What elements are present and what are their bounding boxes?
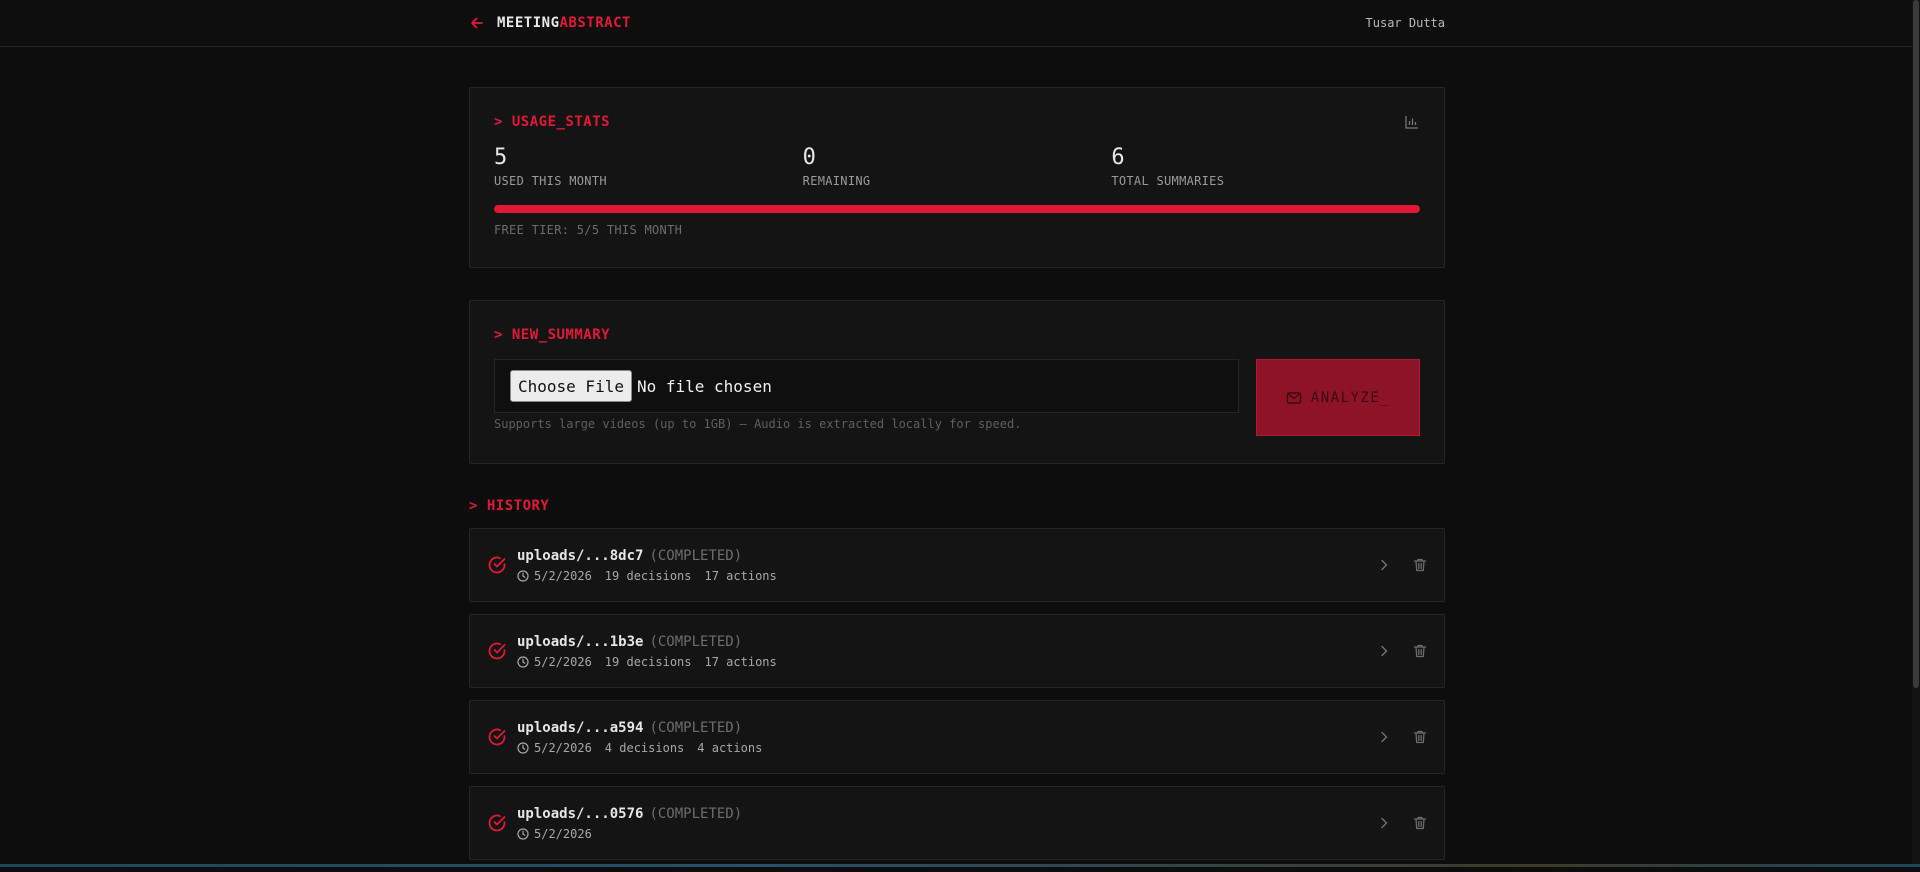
stat-used-value: 5 (494, 145, 508, 170)
choose-file-button[interactable]: Choose File (510, 370, 632, 402)
history-item-meta: 5/2/2026 19 decisions 17 actions (517, 655, 1376, 669)
clock-icon (517, 741, 529, 754)
history-item-name: uploads/...8dc7 (517, 547, 644, 564)
usage-progress-bar (494, 205, 1420, 213)
bar-chart-icon (1404, 114, 1420, 130)
chevron-right-icon[interactable] (1376, 729, 1392, 745)
history-item-date: 5/2/2026 (534, 740, 592, 755)
history-item-status: (COMPLETED) (649, 633, 743, 650)
scrollbar-thumb[interactable] (1913, 0, 1919, 688)
file-input[interactable]: Choose File No file chosen (494, 359, 1239, 413)
history-item-actions-group (1376, 729, 1428, 745)
history-item-date: 5/2/2026 (534, 826, 592, 841)
stat-remaining-label: REMAINING (802, 174, 871, 188)
history-item-actions: 17 actions (704, 654, 777, 669)
history-item-actions-group (1376, 815, 1428, 831)
check-circle-icon (487, 813, 507, 833)
history-item-name: uploads/...1b3e (517, 633, 644, 650)
history-item-text: uploads/...8dc7 (COMPLETED) 5/2/2026 19 d… (517, 548, 1376, 583)
history-item-text: uploads/...0576 (COMPLETED) 5/2/2026 (517, 806, 1376, 841)
history-item-status: (COMPLETED) (649, 719, 743, 736)
history-item-status: (COMPLETED) (649, 805, 743, 822)
history-item-decisions: 19 decisions (604, 568, 692, 583)
analyze-label: ANALYZE_ (1310, 389, 1391, 406)
top-bar: MEETINGABSTRACT Tusar Dutta (0, 0, 1920, 47)
logo-part-1: MEETING (497, 15, 560, 31)
chevron-right-icon[interactable] (1376, 557, 1392, 573)
history-title: > HISTORY (469, 498, 550, 514)
history-item-actions-group (1376, 557, 1428, 573)
trash-icon[interactable] (1412, 815, 1428, 831)
stat-used: 5 USED THIS MONTH (494, 145, 803, 188)
history-item-meta: 5/2/2026 19 decisions 17 actions (517, 569, 1376, 583)
clock-icon (517, 827, 529, 840)
chevron-right-icon[interactable] (1376, 815, 1392, 831)
stats-row: 5 USED THIS MONTH 0 REMAINING 6 TOTAL SU… (494, 145, 1420, 188)
back-arrow-icon[interactable] (469, 15, 485, 31)
stat-total: 6 TOTAL SUMMARIES (1111, 145, 1420, 188)
mail-icon (1286, 391, 1302, 405)
check-circle-icon (487, 641, 507, 661)
history-item-name: uploads/...a594 (517, 719, 644, 736)
file-status: No file chosen (636, 376, 772, 396)
history-item[interactable]: uploads/...1b3e (COMPLETED) 5/2/2026 19 d… (469, 614, 1445, 688)
history-item-status: (COMPLETED) (649, 547, 743, 564)
history-item-actions: 17 actions (704, 568, 777, 583)
clock-icon (517, 655, 529, 668)
upload-help-text: Supports large videos (up to 1GB) — Audi… (494, 417, 1022, 431)
logo-part-2: ABSTRACT (559, 15, 631, 31)
history-item-name-row: uploads/...1b3e (COMPLETED) (517, 634, 1376, 650)
page-scrollbar[interactable] (1912, 0, 1920, 867)
trash-icon[interactable] (1412, 643, 1428, 659)
history-item-meta: 5/2/2026 (517, 827, 1376, 841)
trash-icon[interactable] (1412, 557, 1428, 573)
user-name[interactable]: Tusar Dutta (1366, 16, 1445, 30)
history-item-meta: 5/2/2026 4 decisions 4 actions (517, 741, 1376, 755)
history-item-text: uploads/...1b3e (COMPLETED) 5/2/2026 19 d… (517, 634, 1376, 669)
stat-remaining-value: 0 (802, 145, 816, 170)
history-list: uploads/...8dc7 (COMPLETED) 5/2/2026 19 d… (469, 528, 1445, 860)
usage-progress-fill (494, 205, 1420, 213)
history-item-name-row: uploads/...8dc7 (COMPLETED) (517, 548, 1376, 564)
clock-icon (517, 569, 529, 582)
history-item-name: uploads/...0576 (517, 805, 644, 822)
history-item-text: uploads/...a594 (COMPLETED) 5/2/2026 4 de… (517, 720, 1376, 755)
history-item-name-row: uploads/...a594 (COMPLETED) (517, 720, 1376, 736)
brand: MEETINGABSTRACT (469, 15, 631, 31)
history-item-date: 5/2/2026 (534, 654, 592, 669)
stat-remaining: 0 REMAINING (803, 145, 1112, 188)
stat-total-value: 6 (1111, 145, 1125, 170)
history-item-actions-group (1376, 643, 1428, 659)
usage-stats-title: > USAGE_STATS (494, 114, 611, 130)
top-bar-inner: MEETINGABSTRACT Tusar Dutta (469, 0, 1445, 46)
analyze-button[interactable]: ANALYZE_ (1256, 359, 1420, 436)
history-item-decisions: 4 decisions (604, 740, 685, 755)
history-item-actions: 4 actions (697, 740, 763, 755)
app-logo[interactable]: MEETINGABSTRACT (497, 15, 631, 31)
history-item-date: 5/2/2026 (534, 568, 592, 583)
stat-total-label: TOTAL SUMMARIES (1111, 174, 1225, 188)
history-item-decisions: 19 decisions (604, 654, 692, 669)
main-content: > USAGE_STATS 5 USED THIS MONTH 0 REMAIN… (469, 87, 1445, 872)
history-item[interactable]: uploads/...8dc7 (COMPLETED) 5/2/2026 19 d… (469, 528, 1445, 602)
new-summary-title: > NEW_SUMMARY (494, 327, 611, 343)
check-circle-icon (487, 555, 507, 575)
check-circle-icon (487, 727, 507, 747)
tier-text: FREE TIER: 5/5 THIS MONTH (494, 223, 683, 237)
new-summary-card: > NEW_SUMMARY Choose File No file chosen… (469, 300, 1445, 464)
stat-used-label: USED THIS MONTH (494, 174, 607, 188)
chevron-right-icon[interactable] (1376, 643, 1392, 659)
history-item[interactable]: uploads/...0576 (COMPLETED) 5/2/2026 (469, 786, 1445, 860)
trash-icon[interactable] (1412, 729, 1428, 745)
history-item-name-row: uploads/...0576 (COMPLETED) (517, 806, 1376, 822)
history-item[interactable]: uploads/...a594 (COMPLETED) 5/2/2026 4 de… (469, 700, 1445, 774)
usage-stats-card: > USAGE_STATS 5 USED THIS MONTH 0 REMAIN… (469, 87, 1445, 268)
